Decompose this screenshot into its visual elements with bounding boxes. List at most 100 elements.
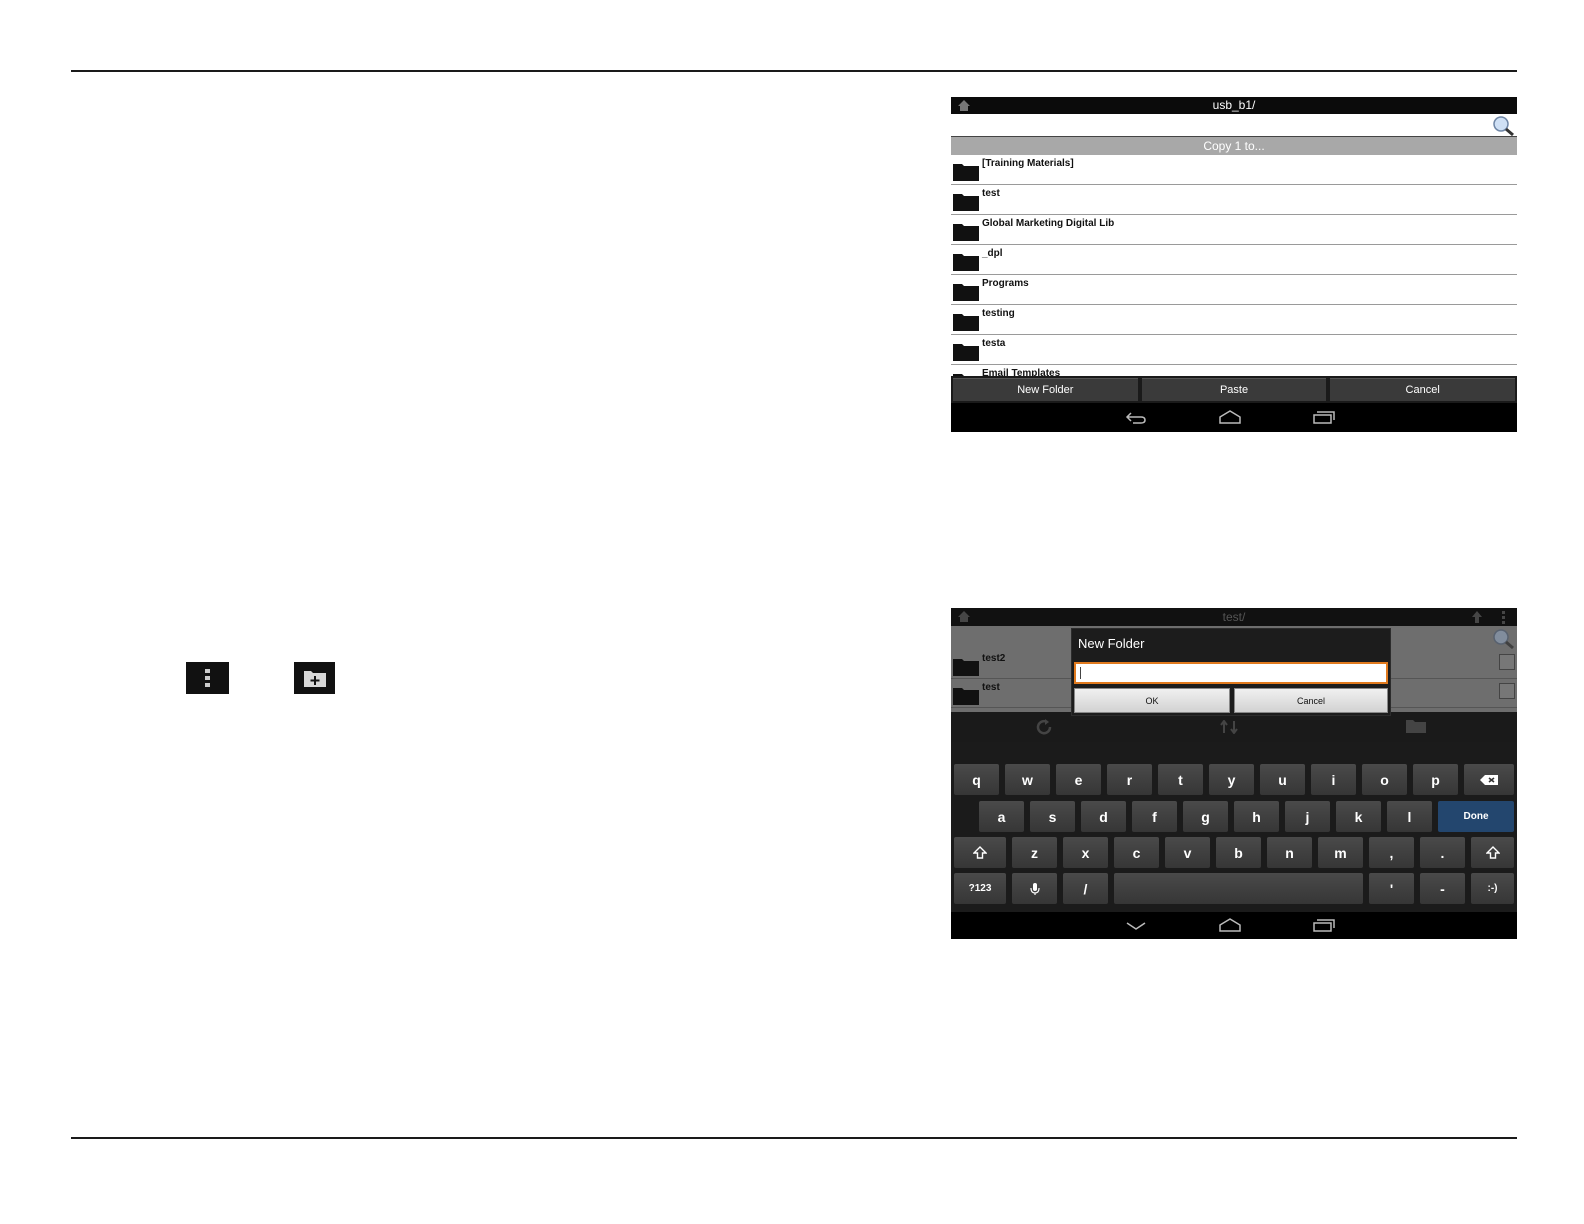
- key-y[interactable]: y: [1209, 764, 1254, 795]
- title-bar: test/: [951, 608, 1517, 626]
- search-icon[interactable]: [1491, 115, 1515, 137]
- dash-key[interactable]: -: [1420, 873, 1465, 904]
- space-key[interactable]: [1114, 873, 1363, 904]
- key-a[interactable]: a: [979, 801, 1024, 832]
- key-o[interactable]: o: [1362, 764, 1407, 795]
- home-icon[interactable]: [957, 610, 971, 623]
- paste-button[interactable]: Paste: [1141, 378, 1327, 401]
- key-b[interactable]: b: [1216, 837, 1261, 868]
- upload-icon[interactable]: [1471, 610, 1483, 624]
- key-q[interactable]: q: [954, 764, 999, 795]
- key-c[interactable]: c: [1114, 837, 1159, 868]
- folder-icon: [953, 194, 979, 211]
- folder-icon: [953, 224, 979, 241]
- key-s[interactable]: s: [1030, 801, 1075, 832]
- folder-name-input[interactable]: [1074, 662, 1388, 684]
- folder-name: testa: [982, 338, 1006, 349]
- key-t[interactable]: t: [1158, 764, 1203, 795]
- list-item[interactable]: testa: [951, 335, 1517, 365]
- sort-icon[interactable]: [1219, 720, 1239, 734]
- list-item[interactable]: test: [951, 185, 1517, 215]
- bottom-toolbar: [951, 712, 1517, 742]
- folder-name: [Training Materials]: [982, 158, 1074, 169]
- title-bar: usb_b1/: [951, 97, 1517, 114]
- folder-icon: [953, 164, 979, 181]
- backspace-key[interactable]: [1464, 764, 1514, 795]
- key-j[interactable]: j: [1285, 801, 1330, 832]
- new-folder-screenshot: test/ test2 test q w e r t y u i o p a s…: [951, 608, 1517, 939]
- select-checkbox[interactable]: [1499, 654, 1515, 670]
- folder-icon: [953, 344, 979, 361]
- shift-key-right[interactable]: [1471, 837, 1514, 868]
- action-bar: New Folder Paste Cancel: [951, 376, 1517, 403]
- home-icon[interactable]: [1219, 918, 1241, 932]
- key-d[interactable]: d: [1081, 801, 1126, 832]
- header-rule: [71, 70, 1517, 72]
- recent-apps-icon[interactable]: [1313, 410, 1335, 424]
- back-icon[interactable]: [1125, 411, 1147, 425]
- folder-icon: [953, 688, 979, 705]
- recent-apps-icon[interactable]: [1313, 918, 1335, 932]
- backspace-icon: [1480, 774, 1498, 785]
- search-icon[interactable]: [1491, 628, 1515, 650]
- cancel-button[interactable]: Cancel: [1330, 378, 1516, 401]
- symbols-key[interactable]: ?123: [954, 873, 1006, 904]
- list-item[interactable]: testing: [951, 305, 1517, 335]
- key-period[interactable]: .: [1420, 837, 1465, 868]
- ok-button[interactable]: OK: [1074, 688, 1230, 713]
- new-folder-dialog: New Folder OK Cancel: [1071, 628, 1391, 716]
- copy-banner: Copy 1 to...: [951, 137, 1517, 155]
- slash-key[interactable]: /: [1063, 873, 1108, 904]
- home-icon[interactable]: [957, 99, 971, 112]
- dialog-cancel-button[interactable]: Cancel: [1234, 688, 1388, 713]
- folder-name: Email Templates: [982, 368, 1061, 376]
- hide-keyboard-icon[interactable]: [1125, 921, 1147, 931]
- key-n[interactable]: n: [1267, 837, 1312, 868]
- folder-icon: [953, 659, 979, 676]
- key-f[interactable]: f: [1132, 801, 1177, 832]
- list-item[interactable]: _dpl: [951, 245, 1517, 275]
- select-checkbox[interactable]: [1499, 683, 1515, 699]
- mic-icon: [1029, 882, 1040, 895]
- folder-name: testing: [982, 308, 1015, 319]
- new-folder-icon: [294, 662, 335, 694]
- key-l[interactable]: l: [1387, 801, 1432, 832]
- key-w[interactable]: w: [1005, 764, 1050, 795]
- more-vertical-icon[interactable]: [1501, 610, 1507, 624]
- key-m[interactable]: m: [1318, 837, 1363, 868]
- key-e[interactable]: e: [1056, 764, 1101, 795]
- path-title: test/: [1222, 610, 1246, 624]
- folder-name: Global Marketing Digital Lib: [982, 218, 1115, 229]
- new-folder-button[interactable]: New Folder: [953, 378, 1138, 401]
- key-v[interactable]: v: [1165, 837, 1210, 868]
- footer-rule: [71, 1137, 1517, 1139]
- key-i[interactable]: i: [1311, 764, 1356, 795]
- list-item[interactable]: Email Templates: [951, 365, 1517, 376]
- key-g[interactable]: g: [1183, 801, 1228, 832]
- shift-icon: [973, 846, 987, 859]
- soft-keyboard: q w e r t y u i o p a s d f g h j k l Do…: [951, 742, 1517, 912]
- new-folder-icon[interactable]: [1405, 718, 1427, 734]
- shift-key-left[interactable]: [954, 837, 1006, 868]
- list-item[interactable]: Global Marketing Digital Lib: [951, 215, 1517, 245]
- key-comma[interactable]: ,: [1369, 837, 1414, 868]
- key-x[interactable]: x: [1063, 837, 1108, 868]
- folder-name: _dpl: [982, 248, 1003, 259]
- refresh-icon[interactable]: [1035, 718, 1053, 736]
- key-k[interactable]: k: [1336, 801, 1381, 832]
- key-p[interactable]: p: [1413, 764, 1458, 795]
- key-u[interactable]: u: [1260, 764, 1305, 795]
- home-icon[interactable]: [1219, 410, 1241, 424]
- apostrophe-key[interactable]: ': [1369, 873, 1414, 904]
- key-r[interactable]: r: [1107, 764, 1152, 795]
- list-item[interactable]: [Training Materials]: [951, 155, 1517, 185]
- more-vertical-icon: [186, 662, 229, 694]
- folder-icon: [953, 314, 979, 331]
- mic-key[interactable]: [1012, 873, 1057, 904]
- key-h[interactable]: h: [1234, 801, 1279, 832]
- done-key[interactable]: Done: [1438, 801, 1514, 832]
- folder-name: test2: [982, 653, 1006, 664]
- list-item[interactable]: Programs: [951, 275, 1517, 305]
- key-z[interactable]: z: [1012, 837, 1057, 868]
- smiley-key[interactable]: :-): [1471, 873, 1514, 904]
